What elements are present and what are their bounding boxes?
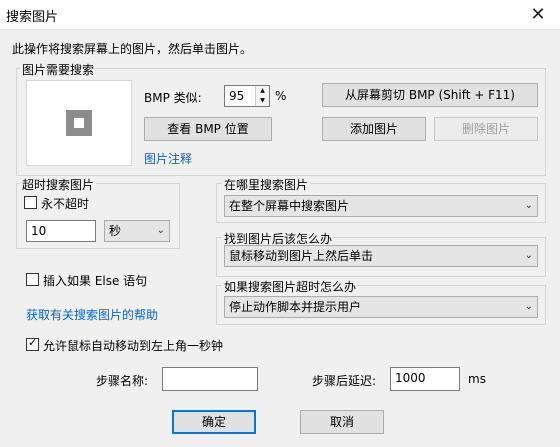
capture-bmp-button[interactable]: 从屏幕剪切 BMP (Shift + F11) [322,83,538,107]
insert-else-label: 插入如果 Else 语句 [43,274,148,288]
delay-unit: ms [468,372,486,386]
never-timeout-label: 永不超时 [41,197,90,211]
image-note-link[interactable]: 图片注释 [144,150,192,167]
never-timeout-checkbox[interactable] [24,196,37,209]
ok-button[interactable]: 确定 [172,410,256,434]
chevron-down-icon: ⌄ [524,250,533,261]
image-preview [26,80,132,166]
step-name-label: 步骤名称: [96,374,149,388]
timeout-unit-select[interactable]: 秒 ⌄ [104,220,170,242]
chevron-down-icon: ⌄ [524,200,533,211]
view-bmp-position-button[interactable]: 查看 BMP 位置 [144,117,272,141]
spinner-down-icon[interactable]: ▼ [256,96,269,106]
instruction-text: 此操作将搜索屏幕上的图片，然后单击图片。 [12,42,253,56]
timeout-value-input[interactable]: 10 [26,220,96,242]
bmp-similarity-label: BMP 类似: [144,91,202,105]
delete-image-button[interactable]: 删除图片 [434,117,538,141]
delay-label: 步骤后延迟: [312,374,377,388]
step-name-input[interactable] [162,367,258,391]
chevron-down-icon: ⌄ [156,225,165,236]
spinner-up-icon[interactable]: ▲ [256,86,269,96]
search-location-group-title: 在哪里搜索图片 [222,176,311,193]
search-location-select[interactable]: 在整个屏幕中搜索图片 ⌄ [224,195,538,217]
close-icon[interactable]: ✕ [520,2,556,28]
image-thumbnail [66,110,92,136]
title-bar [0,0,560,30]
percent-label: % [275,89,287,103]
allow-mouse-move-checkbox[interactable] [26,336,39,351]
add-image-button[interactable]: 添加图片 [322,117,426,141]
insert-else-checkbox[interactable] [26,273,39,286]
bmp-similarity-input[interactable]: 95 ▲ ▼ [224,85,270,107]
cancel-button[interactable]: 取消 [300,410,384,434]
allow-mouse-move-label: 允许鼠标自动移动到左上角一秒钟 [43,339,224,353]
delay-input[interactable]: 1000 [390,367,460,391]
timeout-group-title: 超时搜索图片 [20,176,97,193]
timeout-action-select[interactable]: 停止动作脚本并提示用户 ⌄ [224,296,538,318]
chevron-down-icon: ⌄ [524,301,533,312]
similarity-spinner[interactable]: ▲ ▼ [255,86,269,106]
help-link[interactable]: 获取有关搜索图片的帮助 [26,306,158,323]
image-search-group-title: 图片需要搜索 [20,61,97,78]
window-title: 搜索图片 [6,10,59,25]
timeout-action-group-title: 如果搜索图片超时怎么办 [222,278,359,295]
found-action-select[interactable]: 鼠标移动到图片上然后单击 ⌄ [224,245,538,267]
